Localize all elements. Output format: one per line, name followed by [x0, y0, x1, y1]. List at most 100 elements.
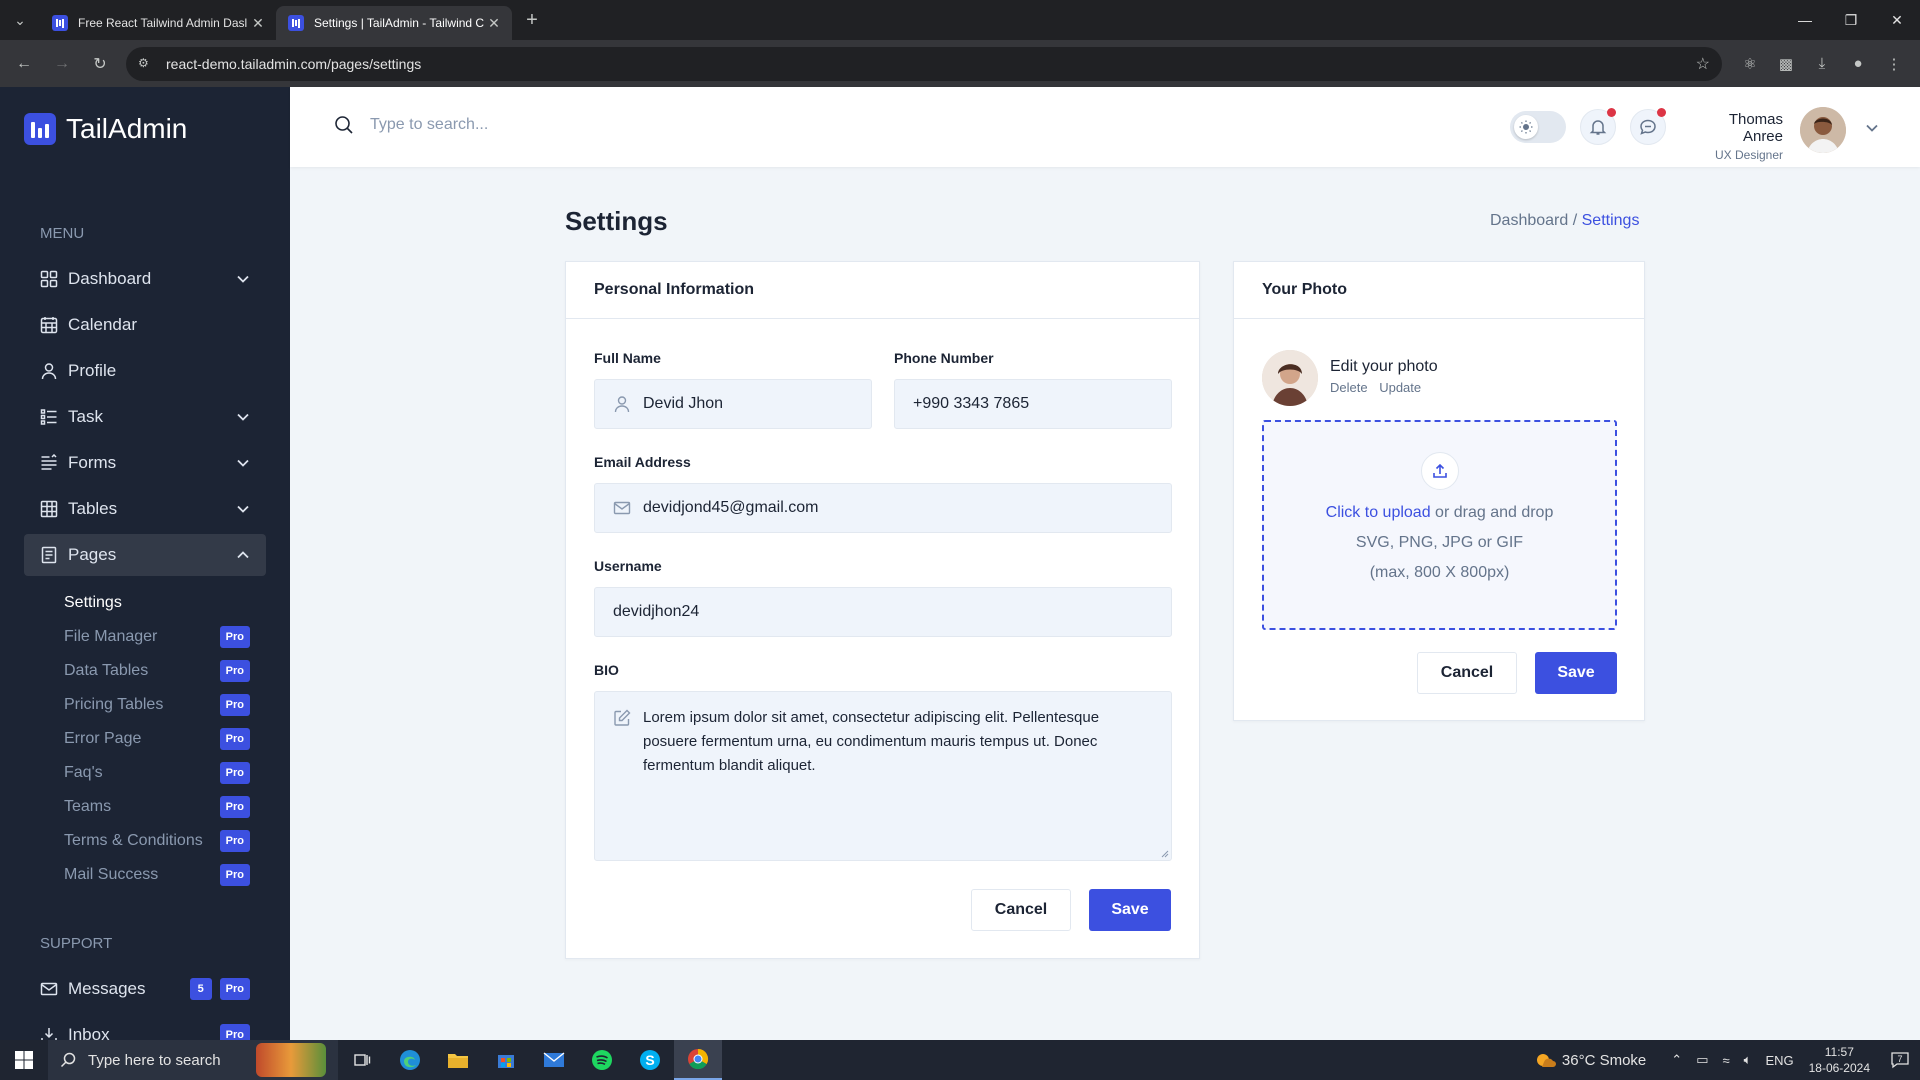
windows-start-icon[interactable] — [0, 1040, 48, 1080]
user-info[interactable]: Thomas Anree UX Designer — [1690, 111, 1783, 162]
sidebar-subitem-settings[interactable]: Settings — [64, 590, 250, 616]
sidebar-subitem-mail-success[interactable]: Mail Success Pro — [64, 862, 250, 888]
sidebar-item-task[interactable]: Task — [24, 396, 266, 438]
language-indicator[interactable]: ENG — [1765, 1053, 1793, 1068]
sidebar-item-profile[interactable]: Profile — [24, 350, 266, 392]
personal-info-card: Personal Information Full Name Devid Jho… — [565, 261, 1200, 959]
sidebar-item-forms[interactable]: Forms — [24, 442, 266, 484]
close-window-icon[interactable]: ✕ — [1874, 0, 1920, 40]
profile-icon[interactable]: ● — [1840, 48, 1876, 80]
chevron-up-icon[interactable]: ⌃ — [1671, 1052, 1682, 1068]
battery-icon[interactable]: ▭ — [1696, 1052, 1708, 1068]
browser-menu-icon[interactable]: ⋮ — [1876, 48, 1912, 80]
sidebar-subitem-file-manager[interactable]: File Manager Pro — [64, 624, 250, 650]
sidebar-item-label: Profile — [68, 361, 117, 380]
restore-icon[interactable]: ❐ — [1828, 0, 1874, 40]
full-name-field[interactable]: Devid Jhon — [594, 379, 872, 429]
profile-photo — [1262, 350, 1318, 406]
react-devtools-icon[interactable]: ⚛ — [1732, 48, 1768, 80]
back-icon[interactable]: ← — [8, 48, 40, 80]
sidebar-item-pages[interactable]: Pages — [24, 534, 266, 576]
volume-icon[interactable]: 🔈︎ — [1744, 1052, 1752, 1068]
logo[interactable]: TailAdmin — [24, 113, 187, 145]
sidebar-subitem-terms[interactable]: Terms & Conditions Pro — [64, 828, 250, 854]
phone-label: Phone Number — [894, 350, 994, 366]
avatar[interactable] — [1800, 107, 1846, 153]
wifi-icon[interactable]: ≈ — [1722, 1053, 1729, 1068]
chevron-down-icon[interactable] — [1865, 121, 1879, 135]
edge-icon[interactable] — [386, 1040, 434, 1080]
sidebar-subitem-label: File Manager — [64, 628, 158, 645]
username-field[interactable]: devidjhon24 — [594, 587, 1172, 637]
email-value: devidjond45@gmail.com — [643, 499, 819, 516]
sidebar-item-messages[interactable]: Messages 5 Pro — [24, 968, 266, 1010]
task-view-icon[interactable] — [338, 1040, 386, 1080]
upload-dropzone[interactable]: Click to upload or drag and drop SVG, PN… — [1262, 420, 1617, 630]
photo-cancel-button[interactable]: Cancel — [1417, 652, 1517, 694]
full-name-value: Devid Jhon — [643, 395, 724, 412]
email-field[interactable]: devidjond45@gmail.com — [594, 483, 1172, 533]
browser-tab-0[interactable]: Free React Tailwind Admin Dasl ✕ — [40, 6, 276, 40]
sidebar-subitem-error-page[interactable]: Error Page Pro — [64, 726, 250, 752]
notification-center-icon[interactable]: 7 — [1880, 1040, 1920, 1080]
chat-icon — [1640, 119, 1656, 135]
dark-mode-toggle[interactable] — [1510, 111, 1566, 143]
close-tab-icon[interactable]: ✕ — [250, 15, 266, 32]
sidebar-subitem-teams[interactable]: Teams Pro — [64, 794, 250, 820]
sidebar-item-label: Calendar — [68, 315, 137, 334]
photo-save-button[interactable]: Save — [1535, 652, 1617, 694]
list-icon — [40, 408, 58, 426]
minimize-icon[interactable]: — — [1782, 0, 1828, 40]
url-field[interactable]: ⚙ react-demo.tailadmin.com/pages/setting… — [126, 46, 1722, 81]
browser-tab-1[interactable]: Settings | TailAdmin - Tailwind C ✕ — [276, 6, 512, 40]
accepted-formats: SVG, PNG, JPG or GIF — [1355, 534, 1524, 551]
edit-icon — [614, 709, 631, 726]
sidebar-item-dashboard[interactable]: Dashboard — [24, 258, 266, 300]
sidebar-item-calendar[interactable]: Calendar — [24, 304, 266, 346]
notification-button[interactable] — [1580, 108, 1616, 145]
search-input[interactable] — [370, 116, 770, 134]
download-icon[interactable]: ⤓ — [1804, 48, 1840, 80]
close-tab-icon[interactable]: ✕ — [486, 15, 502, 32]
sidebar-subitem-data-tables[interactable]: Data Tables Pro — [64, 658, 250, 684]
sidebar-item-label: Inbox — [68, 1025, 110, 1040]
taskbar-search[interactable]: Type here to search — [48, 1040, 338, 1080]
click-to-upload-link[interactable]: Click to upload — [1326, 504, 1431, 521]
tailadmin-favicon — [288, 15, 304, 31]
extensions-icon[interactable]: ▩ — [1768, 48, 1804, 80]
clock[interactable]: 11:57 18-06-2024 — [1809, 1044, 1870, 1076]
skype-icon[interactable]: S — [626, 1040, 674, 1080]
file-explorer-icon[interactable] — [434, 1040, 482, 1080]
phone-value: +990 3343 7865 — [913, 395, 1030, 412]
phone-field[interactable]: +990 3343 7865 — [894, 379, 1172, 429]
bookmark-star-icon[interactable]: ☆ — [1696, 54, 1710, 74]
weather-widget[interactable]: 36°C Smoke — [1534, 1049, 1646, 1071]
browser-tab-bar: ⌄ Free React Tailwind Admin Dasl ✕ Setti… — [0, 0, 1920, 40]
spotify-icon[interactable] — [578, 1040, 626, 1080]
site-info-icon[interactable]: ⚙ — [138, 56, 154, 72]
photo-text: Edit your photo Delete Update — [1330, 358, 1438, 406]
bio-textarea[interactable]: Lorem ipsum dolor sit amet, consectetur … — [594, 691, 1172, 861]
cancel-button[interactable]: Cancel — [971, 889, 1071, 931]
tab-search-button[interactable]: ⌄ — [0, 0, 40, 40]
pro-badge: Pro — [219, 694, 250, 716]
update-photo-link[interactable]: Update — [1379, 380, 1421, 395]
chrome-icon[interactable] — [674, 1040, 722, 1080]
sidebar-item-tables[interactable]: Tables — [24, 488, 266, 530]
forward-icon[interactable]: → — [46, 48, 78, 80]
search-icon[interactable] — [334, 115, 354, 135]
chat-button[interactable] — [1630, 108, 1666, 145]
weather-text: 36°C Smoke — [1561, 1051, 1647, 1069]
save-button[interactable]: Save — [1089, 889, 1171, 931]
store-icon[interactable] — [482, 1040, 530, 1080]
chat-dot — [1657, 108, 1666, 117]
reload-icon[interactable]: ↻ — [84, 48, 116, 80]
sidebar-item-inbox[interactable]: Inbox Pro — [24, 1014, 266, 1040]
sidebar-subitem-faqs[interactable]: Faq's Pro — [64, 760, 250, 786]
breadcrumb-dashboard[interactable]: Dashboard / — [1490, 212, 1577, 229]
sidebar-subitem-pricing-tables[interactable]: Pricing Tables Pro — [64, 692, 250, 718]
delete-photo-link[interactable]: Delete — [1330, 380, 1368, 395]
resize-handle-icon[interactable] — [1161, 850, 1169, 858]
new-tab-button[interactable]: + — [516, 4, 548, 36]
mail-app-icon[interactable] — [530, 1040, 578, 1080]
